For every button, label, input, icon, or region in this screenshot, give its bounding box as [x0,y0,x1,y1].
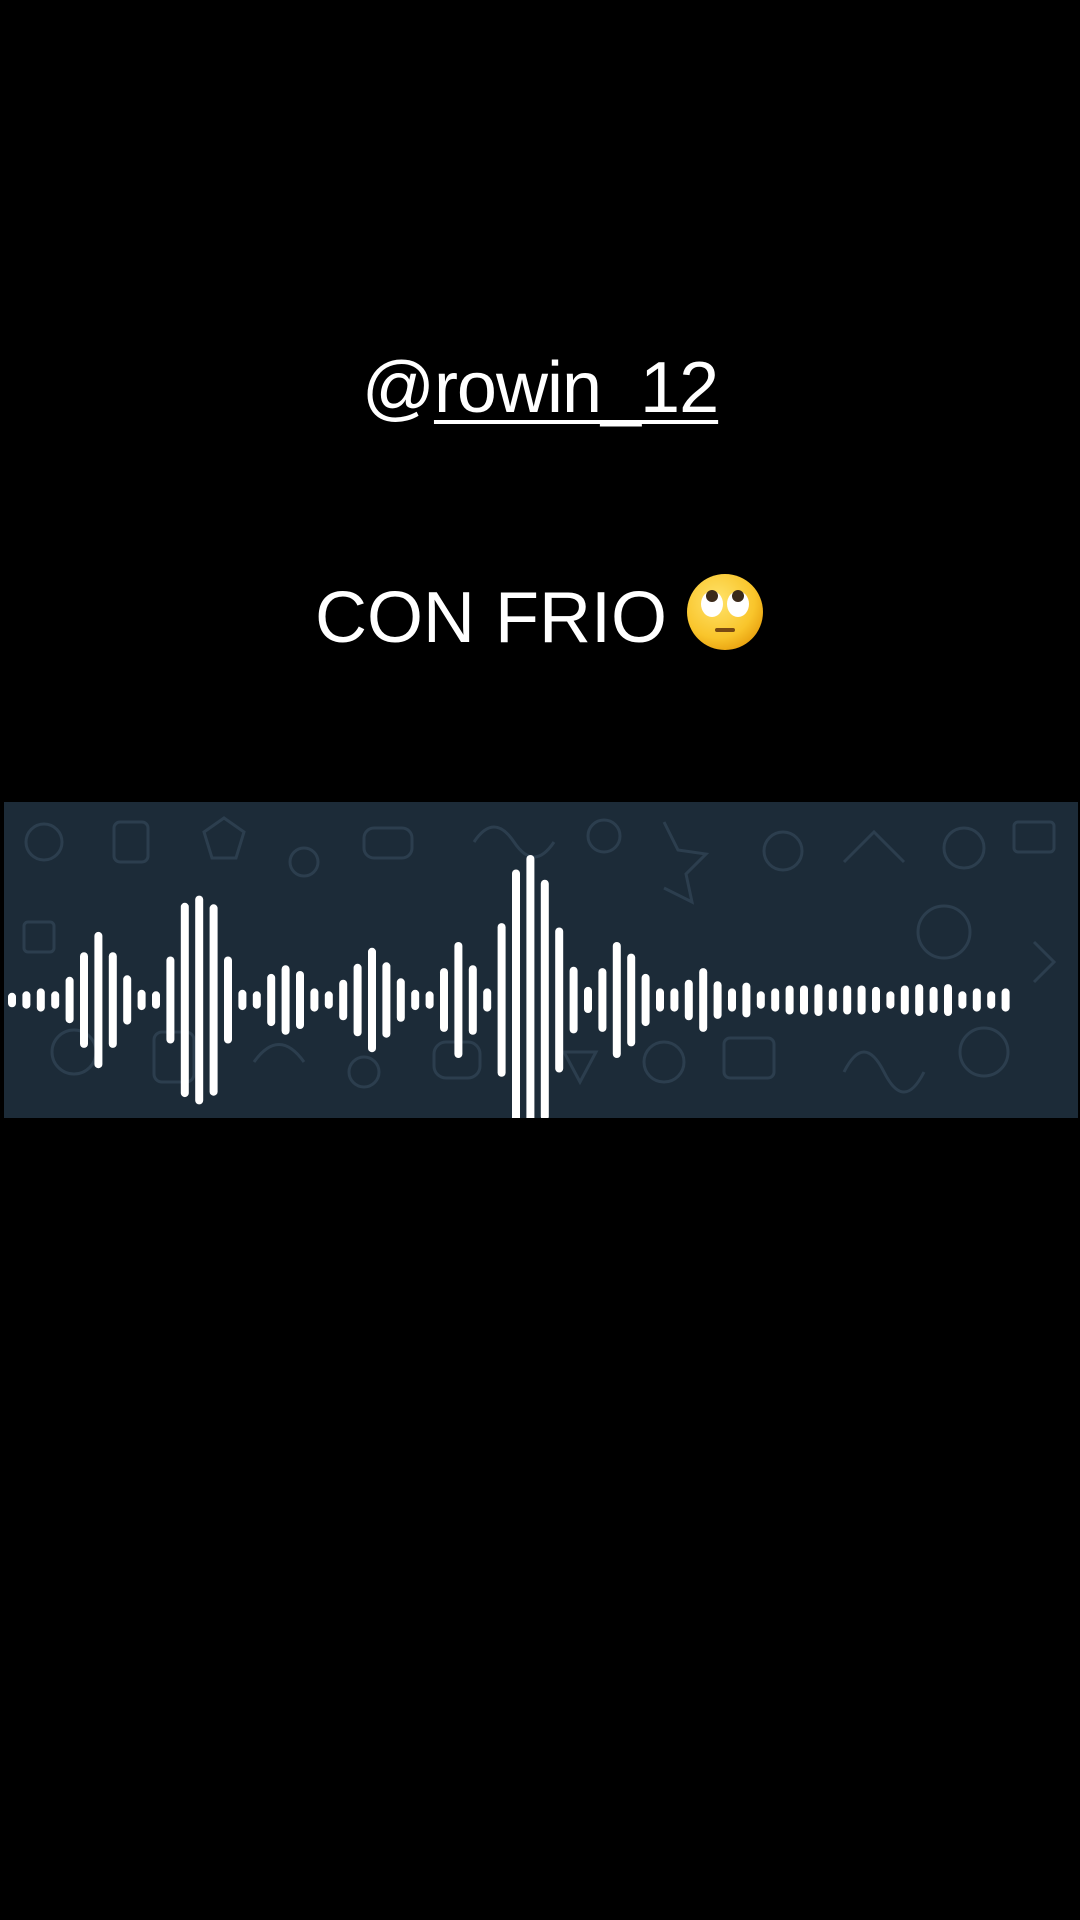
waveform-bar [353,963,362,1037]
username-at-sign: @ [361,348,435,428]
waveform-bar [872,986,880,1013]
waveform-bar [137,989,146,1011]
waveform-bar [152,991,160,1009]
waveform-bar [80,952,88,1048]
waveform-bar [728,988,736,1012]
waveform-bar [51,991,60,1009]
caption-overlay: CON FRIO [0,572,1080,660]
waveform-bar [944,984,952,1016]
waveform-bar [526,855,535,1118]
waveform-bar [454,942,463,1058]
waveform-bar [670,988,679,1012]
waveform-bar [656,988,664,1012]
waveform-bar [800,985,808,1015]
waveform-bar [915,984,924,1016]
video-frame: @rowin_12 CON FRIO [0,0,1080,1920]
waveform-bar [65,976,74,1024]
waveform-bar [785,985,794,1015]
waveform-bar [8,992,16,1008]
waveform-bar [483,988,492,1012]
waveform-bar [440,968,448,1032]
waveform-bar [497,923,506,1077]
audio-waveform-panel [4,802,1078,1118]
waveform-bar [411,989,420,1011]
waveform-bar [108,952,117,1048]
waveform-bar [512,869,520,1118]
username-overlay: @rowin_12 [0,348,1080,428]
waveform-bar [569,966,578,1034]
waveform-bar [324,991,333,1009]
username-handle: rowin_12 [433,348,719,428]
waveform-bar [310,988,319,1012]
waveform-bar [224,956,232,1044]
waveform-bar [929,986,938,1013]
waveform-bar [396,978,405,1022]
waveform-bar [828,988,837,1012]
waveform-bar [209,904,218,1096]
waveform-bar [627,953,636,1047]
waveform-bar [195,895,204,1105]
waveform-bar [425,991,434,1009]
waveform-bar [972,988,981,1012]
waveform-bar [886,991,895,1009]
waveform-bar [641,973,650,1027]
waveform-bar [584,986,592,1013]
waveform-bar [958,991,967,1009]
waveform-bar [252,991,261,1009]
waveform-bar [36,988,45,1012]
waveform-bar [771,988,780,1012]
waveform-bar [742,982,751,1018]
waveform-bar [339,979,348,1021]
waveform-bar [94,931,103,1069]
waveform-bar [123,975,132,1025]
waveform-bar [713,981,722,1019]
waveform-bar [843,985,852,1015]
waveform-bar [555,927,564,1073]
waveform-bar [267,973,276,1027]
waveform-bar [1001,988,1010,1012]
waveform-bar [598,968,607,1032]
waveform-bar [166,956,175,1044]
waveform-bar [900,985,909,1015]
waveform-bar [857,985,866,1015]
waveform-bar [368,947,376,1053]
waveform-bar [699,968,708,1032]
waveform-bar [468,965,477,1035]
waveform-bar [238,989,247,1011]
waveform-bar [612,942,621,1058]
rolling-eyes-emoji-icon [685,572,765,652]
waveform-bar [756,991,765,1009]
waveform-bar [296,971,304,1029]
waveform-bar [281,965,290,1035]
caption-text: CON FRIO [315,578,667,658]
waveform-bars [8,855,1010,1118]
waveform-bar [987,991,996,1009]
waveform-bar [22,991,31,1009]
waveform-bar [814,984,823,1016]
waveform-bar [684,979,693,1021]
waveform-bar [180,902,189,1098]
waveform-bar [540,879,549,1118]
waveform-bar [382,962,391,1038]
